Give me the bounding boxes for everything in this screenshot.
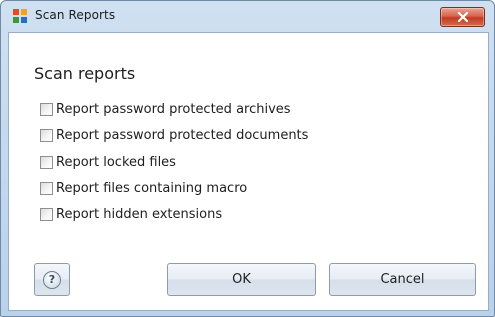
cancel-button[interactable]: Cancel	[329, 263, 476, 296]
option-label: Report files containing macro	[56, 180, 248, 196]
dialog-content: Scan reports Report password protected a…	[8, 32, 489, 311]
help-button[interactable]: ?	[34, 263, 70, 296]
option-label: Report locked files	[56, 154, 176, 170]
checkbox[interactable]	[40, 128, 53, 142]
checkbox[interactable]	[40, 181, 53, 195]
checkbox[interactable]	[40, 207, 53, 221]
option-report-files-containing-macro[interactable]: Report files containing macro	[40, 179, 247, 197]
close-icon	[457, 12, 468, 22]
checkbox[interactable]	[40, 155, 53, 169]
help-icon: ?	[43, 270, 61, 289]
option-report-hidden-extensions[interactable]: Report hidden extensions	[40, 205, 222, 223]
option-label: Report password protected documents	[56, 127, 309, 143]
window-title: Scan Reports	[35, 8, 116, 22]
avast-logo-icon	[13, 9, 27, 23]
option-report-locked-files[interactable]: Report locked files	[40, 153, 176, 171]
page-title: Scan reports	[34, 64, 136, 83]
close-button[interactable]	[440, 7, 485, 27]
option-report-password-protected-documents[interactable]: Report password protected documents	[40, 126, 308, 144]
option-report-password-protected-archives[interactable]: Report password protected archives	[40, 100, 291, 118]
ok-button[interactable]: OK	[167, 263, 316, 296]
option-label: Report hidden extensions	[56, 206, 223, 222]
dialog-window: Scan Reports Scan reports Report passwor…	[0, 0, 495, 317]
option-label: Report password protected archives	[56, 101, 291, 117]
title-bar[interactable]: Scan Reports	[1, 1, 494, 31]
checkbox[interactable]	[40, 102, 53, 116]
